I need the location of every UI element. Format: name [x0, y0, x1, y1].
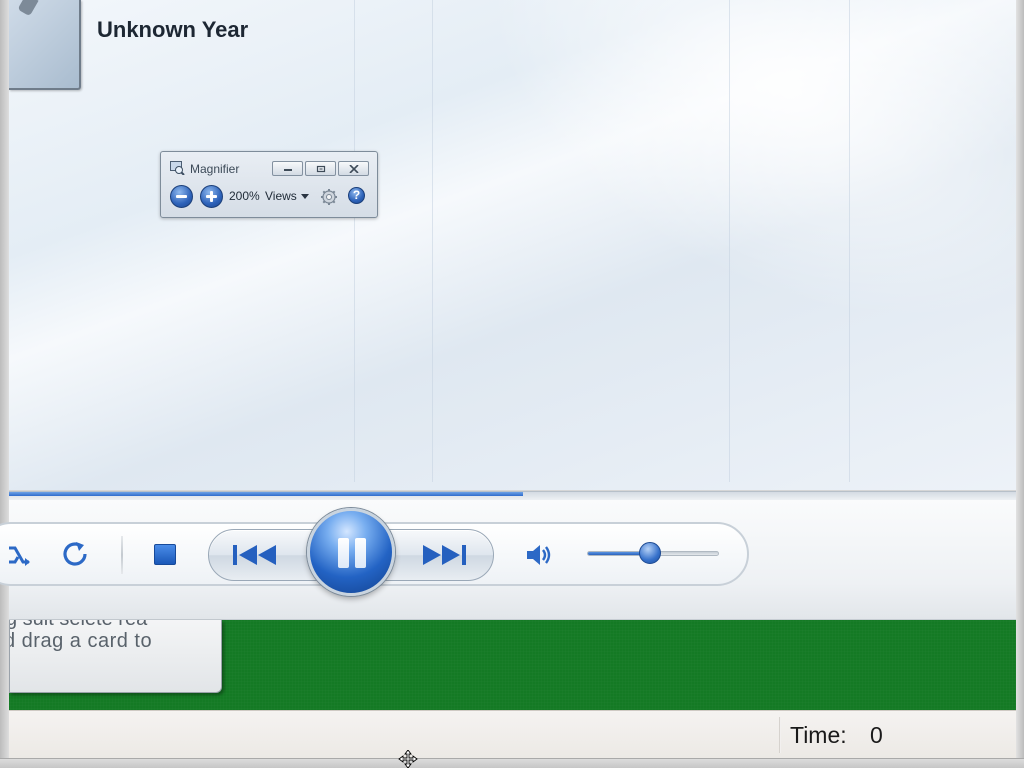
- window-frame-right: [1016, 0, 1024, 768]
- previous-track-button[interactable]: [230, 540, 282, 570]
- magnifier-window[interactable]: Magnifier 200% Views ?: [160, 151, 378, 218]
- next-track-button[interactable]: [417, 540, 469, 570]
- repeat-button[interactable]: [61, 540, 89, 568]
- zoom-level-readout: 200%: [229, 189, 260, 203]
- album-art-thumbnail[interactable]: [9, 0, 81, 90]
- stop-button[interactable]: [154, 544, 176, 565]
- pause-icon: [338, 538, 349, 568]
- time-value: 0: [870, 722, 883, 748]
- play-pause-button[interactable]: [307, 508, 395, 596]
- close-button[interactable]: [338, 161, 369, 176]
- status-separator: [779, 717, 781, 753]
- window-frame-left: [0, 0, 9, 768]
- restore-icon: [316, 165, 325, 172]
- seek-progress-fill: [9, 492, 523, 496]
- magnifier-app-icon: [170, 161, 185, 175]
- minimize-icon: [283, 168, 292, 171]
- minus-icon: [176, 195, 187, 198]
- game-tip-box: g sult selete rea d drag a card to: [9, 620, 222, 693]
- column-divider: [849, 0, 850, 482]
- magnifier-title: Magnifier: [190, 162, 240, 176]
- seek-bar[interactable]: [9, 491, 1016, 500]
- close-icon: [348, 164, 359, 173]
- chevron-down-icon: [300, 194, 309, 200]
- restore-button[interactable]: [305, 161, 336, 176]
- background-sheen: [381, 0, 1016, 440]
- status-bar: Time: 0: [9, 710, 1016, 758]
- help-button[interactable]: ?: [348, 187, 365, 204]
- time-label: Time:: [790, 722, 847, 748]
- column-divider: [354, 0, 355, 482]
- zoom-in-button[interactable]: [200, 185, 223, 208]
- column-divider: [729, 0, 730, 482]
- solitaire-felt[interactable]: g sult selete rea d drag a card to: [9, 620, 1016, 710]
- views-label: Views: [265, 189, 297, 203]
- shuffle-button[interactable]: [9, 540, 31, 570]
- control-separator: [121, 536, 123, 574]
- volume-speaker-icon[interactable]: [524, 540, 554, 570]
- minimize-button[interactable]: [272, 161, 303, 176]
- edit-pen-icon: [17, 0, 39, 17]
- tip-text-line-2: d drag a card to: [9, 630, 153, 652]
- screen: Unknown Year Magnifier 200% Views ? d dr…: [0, 0, 1024, 768]
- transport-controls: [0, 500, 1016, 620]
- media-library-pane: Unknown Year Magnifier 200% Views ?: [9, 0, 1016, 490]
- views-dropdown[interactable]: Views: [265, 189, 309, 203]
- window-bottom-edge: [0, 758, 1024, 768]
- column-divider: [432, 0, 433, 482]
- options-gear-icon[interactable]: [320, 188, 338, 206]
- move-cursor-icon: [398, 750, 418, 768]
- zoom-out-button[interactable]: [170, 185, 193, 208]
- album-year-label: Unknown Year: [97, 17, 249, 42]
